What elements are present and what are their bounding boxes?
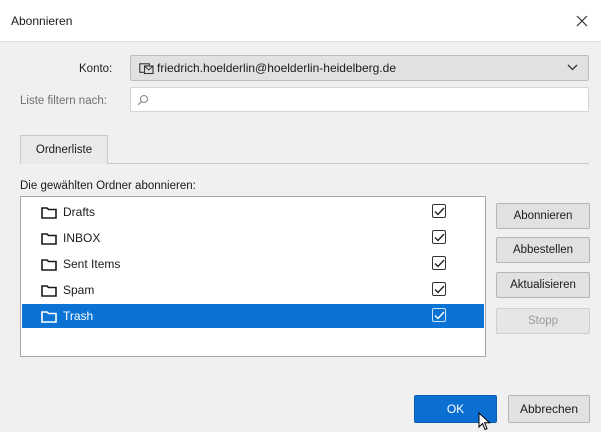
subscribe-checkbox[interactable] — [432, 308, 446, 322]
checkmark-icon — [434, 233, 445, 242]
account-value: friedrich.hoelderlin@hoelderlin-heidelbe… — [157, 61, 396, 75]
subscribe-checkbox[interactable] — [432, 256, 446, 270]
account-dropdown[interactable]: friedrich.hoelderlin@hoelderlin-heidelbe… — [130, 55, 589, 81]
filter-label: Liste filtern nach: — [20, 95, 107, 107]
checkmark-icon — [434, 259, 445, 268]
title-bar: Abonnieren — [0, 0, 601, 42]
cancel-button[interactable]: Abbrechen — [508, 395, 590, 423]
tab-ordnerliste[interactable]: Ordnerliste — [20, 135, 108, 164]
search-icon — [137, 94, 149, 106]
mail-account-icon — [139, 62, 154, 75]
folder-row-trash[interactable]: Trash — [22, 304, 484, 328]
chevron-down-icon — [567, 64, 578, 71]
folder-icon — [41, 310, 57, 323]
refresh-button[interactable]: Aktualisieren — [496, 272, 590, 298]
folder-list[interactable]: Drafts INBOX Sent Items Spam Trash — [20, 196, 486, 357]
subscribe-button[interactable]: Abonnieren — [496, 203, 590, 229]
filter-input[interactable] — [153, 92, 573, 107]
folder-name: Spam — [63, 283, 95, 297]
close-button[interactable] — [567, 6, 597, 36]
folder-row-inbox[interactable]: INBOX — [22, 226, 484, 250]
subscribe-checkbox[interactable] — [432, 204, 446, 218]
folder-icon — [41, 284, 57, 297]
folder-row-sent-items[interactable]: Sent Items — [22, 252, 484, 276]
folder-icon — [41, 232, 57, 245]
filter-field[interactable] — [130, 87, 589, 112]
account-label: Konto: — [79, 63, 113, 75]
unsubscribe-button[interactable]: Abbestellen — [496, 237, 590, 263]
checkmark-icon — [434, 311, 445, 320]
subscribe-checkbox[interactable] — [432, 230, 446, 244]
mouse-cursor-icon — [478, 412, 491, 431]
folder-icon — [41, 206, 57, 219]
stop-button[interactable]: Stopp — [496, 308, 590, 334]
folder-icon — [41, 258, 57, 271]
folder-name: Trash — [63, 309, 94, 323]
folder-row-drafts[interactable]: Drafts — [22, 200, 484, 224]
close-icon — [576, 15, 588, 27]
checkmark-icon — [434, 285, 445, 294]
folder-name: Drafts — [63, 205, 96, 219]
checkmark-icon — [434, 207, 445, 216]
folder-name: Sent Items — [63, 257, 121, 271]
list-caption: Die gewählten Ordner abonnieren: — [20, 180, 196, 192]
dialog-title: Abonnieren — [11, 14, 73, 28]
subscribe-checkbox[interactable] — [432, 282, 446, 296]
folder-row-spam[interactable]: Spam — [22, 278, 484, 302]
tab-label: Ordnerliste — [35, 143, 93, 156]
folder-name: INBOX — [63, 231, 101, 245]
